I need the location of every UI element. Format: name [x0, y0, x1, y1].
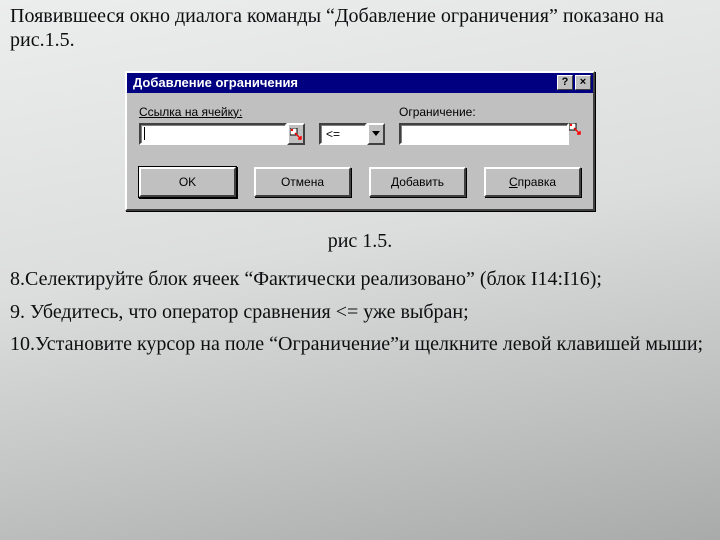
step-10: 10.Установите курсор на поле “Ограничени… — [10, 332, 710, 356]
step-8: 8.Селектируйте блок ячеек “Фактически ре… — [10, 267, 710, 291]
help-button[interactable]: Справка — [484, 167, 581, 197]
ok-button[interactable]: OK — [139, 167, 236, 197]
step-9: 9. Убедитесь, что оператор сравнения <= … — [10, 300, 710, 324]
operator-value: <= — [319, 123, 367, 145]
dialog-titlebar: Добавление ограничения ? × — [127, 73, 593, 93]
range-picker-icon[interactable] — [569, 123, 581, 145]
intro-paragraph: Появившееся окно диалога команды “Добавл… — [10, 4, 710, 53]
constraint-label: Ограничение: — [399, 105, 476, 119]
text-cursor — [144, 127, 145, 140]
operator-select[interactable]: <= — [319, 123, 385, 145]
cellref-label: Ссылка на ячейку: — [139, 105, 242, 119]
cellref-input[interactable] — [139, 123, 287, 145]
range-picker-icon[interactable] — [287, 123, 305, 145]
add-button[interactable]: Добавить — [369, 167, 466, 197]
close-icon[interactable]: × — [575, 75, 591, 90]
cancel-button[interactable]: Отмена — [254, 167, 351, 197]
dialog-title: Добавление ограничения — [133, 75, 555, 90]
add-constraint-dialog: Добавление ограничения ? × Ссылка на яче… — [125, 71, 595, 211]
help-icon[interactable]: ? — [557, 75, 573, 90]
figure-caption: рис 1.5. — [10, 229, 710, 253]
constraint-input[interactable] — [399, 123, 569, 145]
chevron-down-icon[interactable] — [367, 123, 385, 145]
